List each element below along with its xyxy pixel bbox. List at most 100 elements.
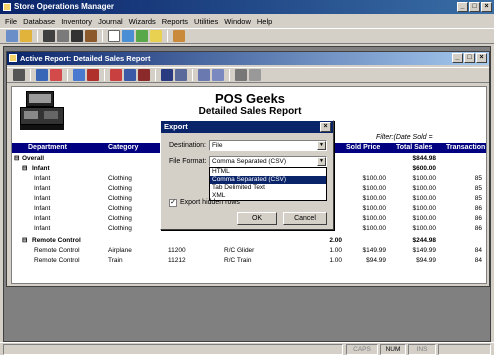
cell-price: $94.99 [366, 257, 386, 264]
copy-icon[interactable] [198, 69, 210, 81]
cell-total: $100.00 [412, 205, 437, 212]
menu-inventory[interactable]: Inventory [61, 17, 92, 26]
menu-window[interactable]: Window [224, 17, 251, 26]
file-format-label: File Format: [169, 158, 207, 165]
export-hidden-checkbox[interactable]: ✓ [169, 199, 177, 207]
people-icon[interactable] [122, 30, 134, 42]
cell-total: $100.00 [412, 185, 437, 192]
expand-icon[interactable] [110, 69, 122, 81]
minimize-button[interactable]: _ [457, 2, 468, 12]
cell-category: Clothing [108, 185, 132, 192]
group-total: $600.00 [412, 165, 437, 172]
box-icon[interactable] [85, 30, 97, 42]
cell-category: Clothing [108, 215, 132, 222]
menu-journal[interactable]: Journal [98, 17, 123, 26]
app-title: Store Operations Manager [14, 2, 115, 11]
status-bar: CAPS NUM INS [0, 342, 494, 355]
menu-utilities[interactable]: Utilities [194, 17, 218, 26]
stop-icon[interactable] [249, 69, 261, 81]
export-icon[interactable] [175, 69, 187, 81]
cell-department: Infant [34, 175, 51, 182]
child-minimize-button[interactable]: _ [452, 53, 463, 63]
cell-transaction: 85 [474, 185, 482, 192]
page-icon[interactable] [108, 30, 120, 42]
cell-transaction: 84 [474, 257, 482, 264]
close-button[interactable]: × [481, 2, 492, 12]
menu-reports[interactable]: Reports [162, 17, 188, 26]
filter-icon[interactable] [73, 69, 85, 81]
tag-icon[interactable] [150, 30, 162, 42]
menu-file[interactable]: File [5, 17, 17, 26]
truck-icon[interactable] [136, 30, 148, 42]
num-indicator: NUM [380, 344, 406, 355]
cell-total: $100.00 [412, 215, 437, 222]
column-department[interactable]: Department [28, 143, 67, 153]
chevron-down-icon[interactable]: ▼ [317, 157, 326, 166]
file-format-dropdown-list[interactable]: HTML Comma Separated (CSV) Tab Delimited… [209, 167, 327, 201]
child-restore-button[interactable]: □ [464, 53, 475, 63]
columns-icon[interactable] [36, 69, 48, 81]
main-toolbar [0, 28, 494, 44]
format-option-html[interactable]: HTML [210, 168, 326, 176]
report-title: Detailed Sales Report [198, 106, 302, 117]
save-icon[interactable] [161, 69, 173, 81]
column-sold-price[interactable]: Sold Price [346, 143, 380, 153]
chevron-down-icon[interactable]: ▼ [317, 141, 326, 150]
cell-price: $100.00 [362, 225, 387, 232]
refresh-icon[interactable] [235, 69, 247, 81]
export-dialog-title: Export [164, 122, 188, 131]
company-name: POS Geeks [214, 91, 286, 106]
cell-category: Clothing [108, 175, 132, 182]
sort-icon[interactable] [87, 69, 99, 81]
dialog-close-button[interactable]: × [320, 122, 331, 132]
lock-icon[interactable] [20, 30, 32, 42]
menu-help[interactable]: Help [257, 17, 272, 26]
column-transaction[interactable]: Transaction [446, 143, 485, 153]
properties-icon[interactable] [212, 69, 224, 81]
report-window-title: Active Report: Detailed Sales Report [20, 54, 151, 63]
child-close-button[interactable]: × [476, 53, 487, 63]
group-label: Remote Control [32, 237, 81, 244]
collapse-icon[interactable] [124, 69, 136, 81]
device-icon[interactable] [71, 30, 83, 42]
destination-label: Destination: [169, 142, 206, 149]
column-total-sales[interactable]: Total Sales [396, 143, 432, 153]
status-extra-panel [438, 344, 491, 355]
open-icon[interactable] [6, 30, 18, 42]
menu-bar: File Database Inventory Journal Wizards … [0, 14, 494, 28]
cell-department: Infant [34, 185, 51, 192]
column-category[interactable]: Category [108, 143, 138, 153]
report-icon[interactable] [173, 30, 185, 42]
cell-item: 11200 [168, 247, 186, 254]
cell-total: $94.99 [416, 257, 436, 264]
table-row[interactable]: Remote Control Airplane 11200 R/C Glider… [12, 246, 486, 256]
detail-icon[interactable] [138, 69, 150, 81]
group-row-remote-control[interactable]: ⊟ Remote Control 2.00 $244.98 [12, 236, 486, 246]
cell-price: $100.00 [362, 205, 387, 212]
group-label: Infant [32, 165, 50, 172]
format-option-csv[interactable]: Comma Separated (CSV) [210, 176, 326, 184]
menu-database[interactable]: Database [23, 17, 55, 26]
group-icon[interactable] [50, 69, 62, 81]
maximize-button[interactable]: □ [469, 2, 480, 12]
group-qty: 2.00 [329, 237, 342, 244]
overall-total: $844.98 [412, 155, 437, 162]
table-row[interactable]: Remote Control Train 11212 R/C Train 1.0… [12, 256, 486, 266]
gear-icon[interactable] [43, 30, 55, 42]
filter-label: Filter:(Date Sold = [376, 134, 433, 141]
cell-department: Infant [34, 205, 51, 212]
format-option-tab[interactable]: Tab Delimited Text [210, 184, 326, 192]
cell-price: $100.00 [362, 195, 387, 202]
register-icon[interactable] [57, 30, 69, 42]
cancel-button[interactable]: Cancel [283, 212, 327, 225]
file-format-select[interactable]: Comma Separated (CSV) ▼ [209, 156, 327, 167]
ok-button[interactable]: OK [237, 212, 277, 225]
menu-wizards[interactable]: Wizards [129, 17, 156, 26]
export-hidden-label: Export hidden rows [180, 199, 240, 206]
destination-select[interactable]: File ▼ [209, 140, 327, 151]
export-dialog-title-bar: Export × [161, 121, 333, 133]
cell-price: $100.00 [362, 185, 387, 192]
print-icon[interactable] [13, 69, 25, 81]
overall-label: Overall [22, 155, 45, 162]
cell-department: Infant [34, 225, 51, 232]
